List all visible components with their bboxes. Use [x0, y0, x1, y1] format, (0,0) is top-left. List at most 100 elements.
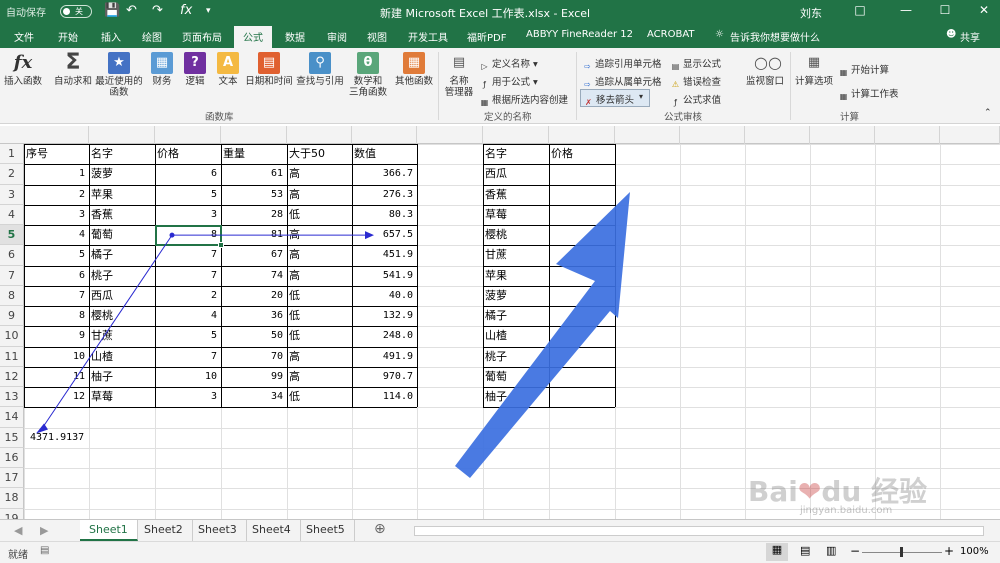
table1-cell[interactable]: 99	[221, 367, 287, 387]
add-sheet-icon[interactable]: ⊕	[374, 521, 386, 537]
column-header[interactable]	[680, 126, 745, 144]
table1-cell[interactable]: 36	[221, 306, 287, 326]
table1-cell[interactable]: 12	[24, 387, 89, 407]
tab-foxit-pdf[interactable]: 福昕PDF	[467, 29, 506, 44]
table1-cell[interactable]: 高	[287, 347, 352, 367]
redo-icon[interactable]: ↷	[152, 3, 163, 18]
tab-data[interactable]: 数据	[285, 29, 305, 44]
financial-button[interactable]: ▦ 财务	[148, 52, 176, 87]
sheet-tab-2[interactable]: Sheet2	[135, 520, 193, 541]
tab-insert[interactable]: 插入	[101, 29, 121, 44]
column-header[interactable]	[417, 126, 483, 144]
table1-cell[interactable]: 3	[155, 205, 221, 225]
zoom-in-icon[interactable]: +	[944, 544, 954, 558]
row-header[interactable]: 7	[0, 265, 24, 286]
logical-button[interactable]: ? 逻辑	[181, 52, 209, 87]
row-header[interactable]: 3	[0, 184, 24, 205]
table1-cell[interactable]: 高	[287, 367, 352, 387]
table1-cell[interactable]: 4	[155, 306, 221, 326]
table1-cell[interactable]: 菠萝	[89, 164, 155, 184]
collapse-ribbon-icon[interactable]: ⌃	[984, 108, 992, 118]
table2-cell[interactable]: 西瓜	[483, 164, 549, 184]
scroll-right-icon[interactable]: ▶	[40, 524, 48, 537]
selected-cell-c5[interactable]	[155, 225, 222, 247]
table2-cell[interactable]: 甘蔗	[483, 245, 549, 265]
table1-cell[interactable]: 50	[221, 326, 287, 346]
share-button[interactable]: 共享	[960, 29, 980, 44]
table1-cell[interactable]: 5	[155, 185, 221, 205]
page-layout-view-icon[interactable]: ▤	[800, 544, 810, 557]
table2-cell[interactable]: 草莓	[483, 205, 549, 225]
table1-cell[interactable]: 20	[221, 286, 287, 306]
row-header[interactable]: 11	[0, 346, 24, 367]
column-header[interactable]	[287, 126, 352, 144]
table1-header[interactable]: 序号	[24, 144, 89, 164]
table1-cell[interactable]: 2	[24, 185, 89, 205]
column-header[interactable]	[615, 126, 680, 144]
tab-view[interactable]: 视图	[367, 29, 387, 44]
table1-cell[interactable]: 491.9	[352, 347, 417, 367]
table1-cell[interactable]: 高	[287, 266, 352, 286]
table1-cell[interactable]: 桃子	[89, 266, 155, 286]
zoom-out-icon[interactable]: −	[850, 544, 860, 558]
table2-cell[interactable]: 橘子	[483, 306, 549, 326]
row-header[interactable]: 10	[0, 326, 24, 347]
column-header[interactable]	[352, 126, 417, 144]
table1-cell[interactable]: 草莓	[89, 387, 155, 407]
tab-home[interactable]: 开始	[58, 29, 78, 44]
calculation-options-button[interactable]: ▦ 计算选项	[793, 52, 835, 87]
row-header[interactable]: 6	[0, 245, 24, 266]
table1-cell[interactable]: 高	[287, 245, 352, 265]
tab-page-layout[interactable]: 页面布局	[182, 29, 222, 44]
table1-cell[interactable]: 山楂	[89, 347, 155, 367]
worksheet-grid[interactable]: 1 2 3 4 5 6 7 8 9 10 11 12 13 14 15 16 17 18 19 序号 名字 价格 重量 大于…	[0, 126, 1000, 519]
table2-header[interactable]: 名字	[483, 144, 549, 164]
table1-cell[interactable]: 40.0	[352, 286, 417, 306]
table1-cell[interactable]: 低	[287, 205, 352, 225]
define-name-button[interactable]: ▷ 定义名称 ▾	[479, 56, 537, 72]
table1-cell[interactable]: 柚子	[89, 367, 155, 387]
column-header[interactable]	[875, 126, 940, 144]
table1-cell[interactable]: 低	[287, 387, 352, 407]
table1-cell[interactable]: 8	[24, 306, 89, 326]
column-header[interactable]	[549, 126, 615, 144]
table1-cell[interactable]: 7	[155, 266, 221, 286]
sheet-tab-3[interactable]: Sheet3	[189, 520, 247, 541]
tab-developer[interactable]: 开发工具	[408, 29, 448, 44]
share-icon[interactable]: ☻	[946, 29, 956, 40]
zoom-level[interactable]: 100%	[960, 546, 989, 557]
table1-cell[interactable]: 248.0	[352, 326, 417, 346]
fx-icon[interactable]: fx	[180, 3, 192, 18]
cell-a15[interactable]: 4371.9137	[30, 428, 84, 448]
table1-cell[interactable]: 5	[24, 245, 89, 265]
create-from-selection-button[interactable]: ▦ 根据所选内容创建	[479, 92, 568, 108]
table1-cell[interactable]: 61	[221, 164, 287, 184]
calculate-now-button[interactable]: ▦ 开始计算	[838, 62, 889, 78]
calculate-sheet-button[interactable]: ▦ 计算工作表	[838, 86, 899, 102]
evaluate-formula-button[interactable]: ƒ 公式求值	[670, 92, 721, 108]
table2-cell[interactable]: 柚子	[483, 387, 549, 407]
table1-cell[interactable]: 541.9	[352, 266, 417, 286]
table2-header[interactable]: 价格	[549, 144, 615, 164]
recently-used-button[interactable]: ★ 最近使用的 函数	[94, 52, 144, 98]
tab-file[interactable]: 文件	[14, 29, 34, 44]
table2-cell[interactable]: 桃子	[483, 347, 549, 367]
table1-cell[interactable]: 10	[24, 347, 89, 367]
table1-cell[interactable]: 70	[221, 347, 287, 367]
row-header[interactable]: 8	[0, 285, 24, 306]
row-header[interactable]: 17	[0, 468, 24, 489]
table1-cell[interactable]: 低	[287, 306, 352, 326]
fill-handle[interactable]	[218, 242, 224, 249]
remove-arrows-button[interactable]: ✗ 移去箭头 ▾	[580, 89, 650, 107]
row-header[interactable]: 5	[0, 225, 24, 246]
undo-icon[interactable]: ↶	[126, 3, 137, 18]
table1-cell[interactable]: 低	[287, 286, 352, 306]
table1-cell[interactable]: 7	[24, 286, 89, 306]
customize-icon[interactable]: ▾	[206, 6, 211, 16]
table1-cell[interactable]: 67	[221, 245, 287, 265]
ribbon-display-icon[interactable]: □	[850, 3, 870, 17]
table1-cell[interactable]: 132.9	[352, 306, 417, 326]
lookup-button[interactable]: ⚲ 查找与引用	[295, 52, 345, 87]
zoom-slider-thumb[interactable]	[900, 547, 903, 557]
table1-cell[interactable]: 西瓜	[89, 286, 155, 306]
